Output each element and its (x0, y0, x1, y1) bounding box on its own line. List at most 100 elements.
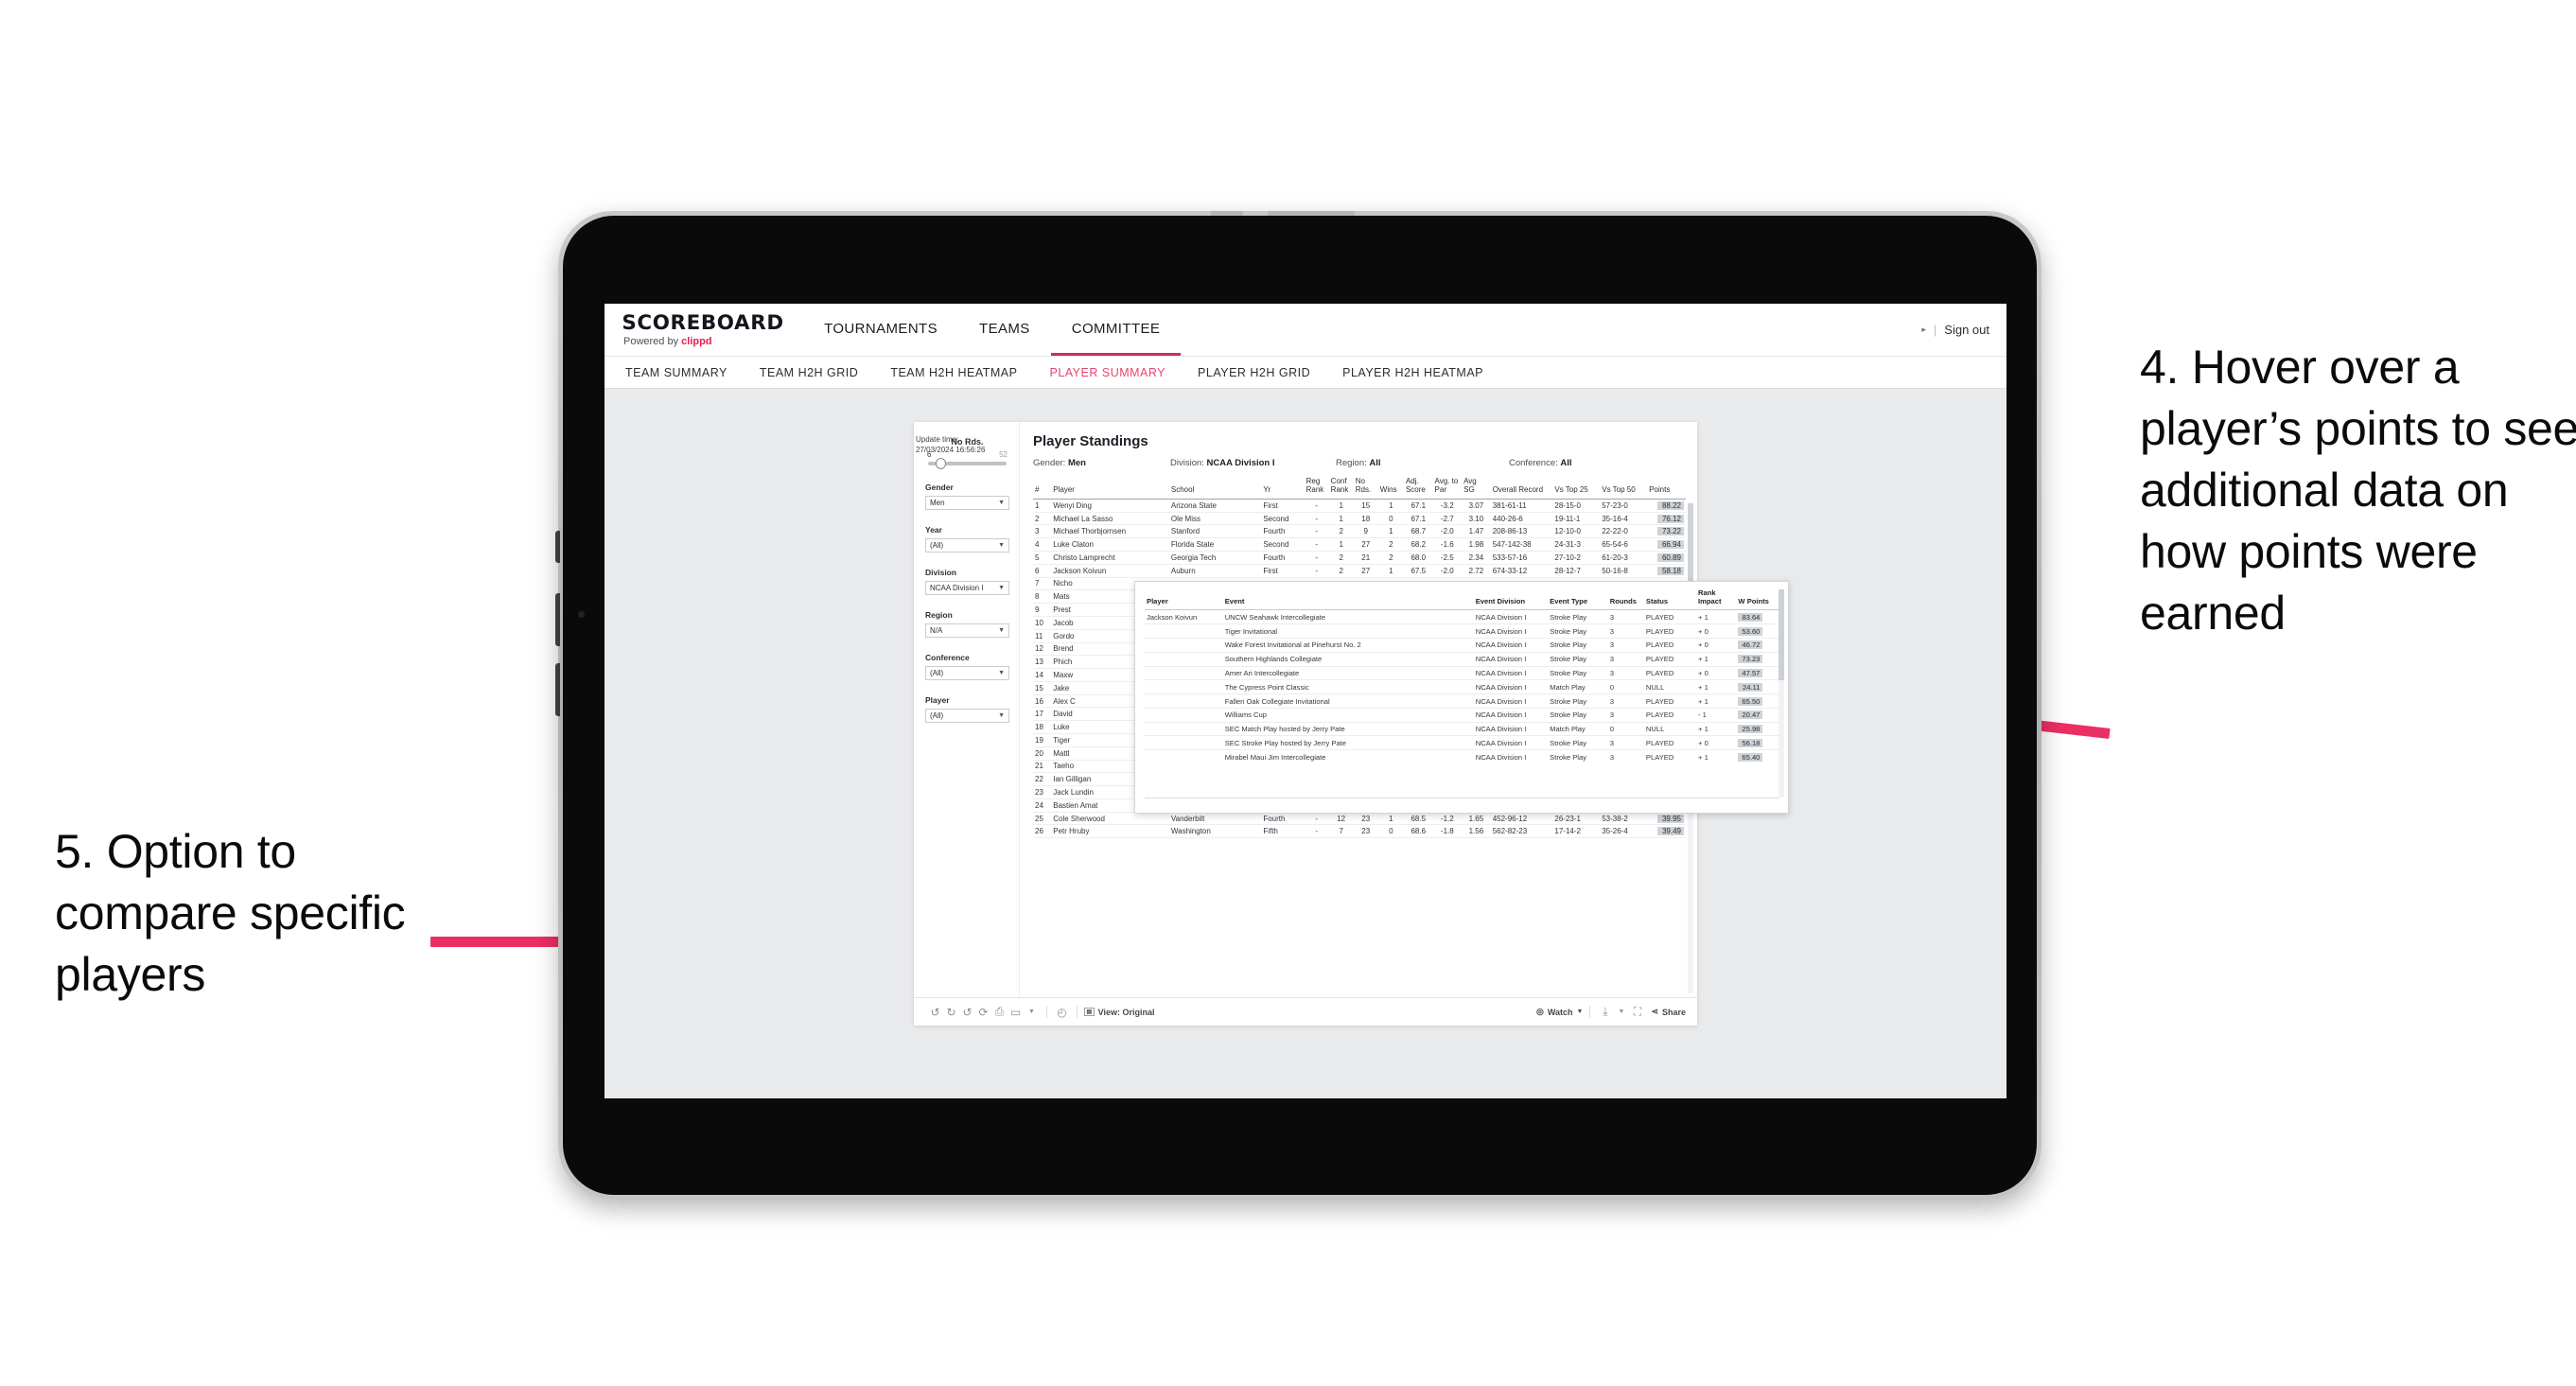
filter-gender-select[interactable]: Men ▼ (925, 496, 1009, 510)
sign-out-link[interactable]: Sign out (1944, 323, 1989, 337)
filter-year-select[interactable]: (All) ▼ (925, 538, 1009, 553)
points-cell[interactable]: 58.18 (1647, 564, 1686, 578)
table-row[interactable]: 4 Luke Claton Florida State Second -1 27 2 68.2… (1033, 537, 1686, 553)
pause-icon[interactable]: ⎙ (991, 1005, 1008, 1019)
vs-top-50-cell: 22-22-0 (1600, 524, 1648, 539)
tooltip-scrollbar-thumb[interactable] (1779, 589, 1784, 680)
points-badge[interactable]: 66.94 (1657, 540, 1684, 550)
points-cell[interactable]: 39.95 (1647, 812, 1686, 826)
tt-player-cell (1145, 708, 1223, 723)
tooltip-scrollbar[interactable] (1779, 589, 1784, 798)
tt-type-cell: Stroke Play (1548, 638, 1608, 653)
vs-top-25-cell: 24-31-3 (1552, 537, 1601, 553)
points-cell[interactable]: 76.12 (1647, 512, 1686, 526)
chevron-down-icon: ▼ (1576, 1009, 1584, 1015)
chevron-down-icon: ▼ (998, 542, 1005, 549)
filter-region-select[interactable]: N/A ▼ (925, 623, 1009, 638)
col-adj-score[interactable]: Adj. Score (1403, 477, 1433, 500)
subnav-team-summary[interactable]: TEAM SUMMARY (625, 366, 727, 379)
points-badge[interactable]: 88.22 (1657, 500, 1684, 510)
subnav-player-h2h-grid[interactable]: PLAYER H2H GRID (1198, 366, 1310, 379)
update-time-label: Update time: (916, 435, 959, 444)
chevron-down-icon[interactable]: ▼ (1024, 1009, 1040, 1015)
col-school[interactable]: School (1168, 478, 1262, 500)
points-badge[interactable]: 58.18 (1657, 566, 1684, 575)
tt-division-cell: NCAA Division I (1473, 652, 1549, 667)
points-badge[interactable]: 73.22 (1657, 527, 1684, 536)
rank-cell: 11 (1033, 629, 1052, 643)
account-caret-icon[interactable]: ▸ (1921, 325, 1926, 335)
filter-player-select[interactable]: (All) ▼ (925, 709, 1009, 723)
col-points[interactable]: Points (1647, 478, 1686, 500)
points-badge[interactable]: 39.95 (1657, 814, 1684, 823)
col-conf-rank[interactable]: Conf Rank (1328, 477, 1354, 500)
nav-tab-committee[interactable]: COMMITTEE (1050, 304, 1182, 356)
undo-icon[interactable]: ↺ (927, 1006, 943, 1019)
share-button[interactable]: ⋖ Share (1651, 1007, 1686, 1017)
col-avg-to-par[interactable]: Avg. to Par (1432, 477, 1463, 500)
filter-conference-select[interactable]: (All) ▼ (925, 666, 1009, 680)
points-cell[interactable]: 73.22 (1647, 524, 1686, 539)
subnav-team-h2h-grid[interactable]: TEAM H2H GRID (760, 366, 858, 379)
col-overall-record[interactable]: Overall Record (1490, 478, 1553, 500)
points-cell[interactable]: 88.22 (1647, 499, 1686, 513)
col-wins[interactable]: Wins (1377, 478, 1404, 500)
tt-col-w-points: W Points (1736, 589, 1779, 611)
table-row[interactable]: 2 Michael La Sasso Ole Miss Second -1 18 0 67.1… (1033, 512, 1686, 526)
no-rds-cell: 23 (1353, 812, 1378, 826)
tt-player-cell (1145, 638, 1223, 653)
tt-type-cell: Stroke Play (1548, 609, 1608, 625)
download-icon[interactable]: ⤓ (1597, 1005, 1613, 1019)
points-badge[interactable]: 39.49 (1657, 827, 1684, 836)
table-row[interactable]: 5 Christo Lamprecht Georgia Tech Fourth -2 21… (1033, 551, 1686, 565)
refresh-icon[interactable]: ⟳ (975, 1006, 991, 1019)
table-row[interactable]: 25 Cole Sherwood Vanderbilt Fourth -12 23 1 68.… (1033, 812, 1686, 826)
app-header: SCOREBOARD Powered by clippd TOURNAMENTS… (605, 304, 2006, 357)
no-rounds-slider-track[interactable] (928, 458, 1007, 469)
table-row[interactable]: 3 Michael Thorbjornsen Stanford Fourth -2 9 1 6… (1033, 524, 1686, 539)
points-cell[interactable]: 66.94 (1647, 537, 1686, 553)
vs-top-25-cell: 27-10-2 (1552, 551, 1601, 565)
subnav-player-h2h-heatmap[interactable]: PLAYER H2H HEATMAP (1342, 366, 1483, 379)
revert-icon[interactable]: ↺ (959, 1006, 975, 1019)
zoom-icon[interactable]: ▭ (1008, 1006, 1024, 1019)
nav-tab-teams[interactable]: TEAMS (958, 304, 1051, 356)
view-original-button[interactable]: ▤ View: Original (1084, 1008, 1155, 1017)
col-vs-top-25[interactable]: Vs Top 25 (1552, 478, 1601, 500)
clock-icon[interactable]: ◴ (1054, 1006, 1070, 1019)
toolbar-divider-1 (1046, 1006, 1047, 1018)
chevron-down-icon[interactable]: ▼ (1613, 1009, 1629, 1015)
table-row[interactable]: 1 Wenyi Ding Arizona State First -1 15 1 67.1 -3… (1033, 499, 1686, 513)
col-vs-top-50[interactable]: Vs Top 50 (1600, 478, 1648, 500)
brand-logo[interactable]: SCOREBOARD Powered by clippd (605, 304, 803, 356)
chevron-down-icon: ▼ (998, 670, 1005, 676)
col-player[interactable]: Player (1051, 478, 1169, 500)
points-badge[interactable]: 60.89 (1657, 553, 1684, 562)
chevron-down-icon: ▼ (998, 585, 1005, 591)
tt-status-cell: PLAYED (1643, 735, 1697, 751)
school-cell: Stanford (1168, 524, 1262, 539)
points-badge[interactable]: 76.12 (1657, 514, 1684, 523)
tt-points-badge: 46.72 (1738, 640, 1763, 650)
col-avg-sg[interactable]: Avg SG (1462, 477, 1491, 500)
nav-tab-tournaments[interactable]: TOURNAMENTS (803, 304, 958, 356)
no-rounds-slider-handle[interactable] (936, 458, 947, 469)
redo-icon[interactable]: ↻ (943, 1006, 959, 1019)
col-no-rds[interactable]: No Rds. (1353, 477, 1378, 500)
adj-score-cell: 67.1 (1403, 512, 1433, 526)
subnav-team-h2h-heatmap[interactable]: TEAM H2H HEATMAP (890, 366, 1017, 379)
table-row[interactable]: 26 Petr Hruby Washington Fifth -7 23 0 68.6 -1.8… (1033, 824, 1686, 839)
tt-w-points-cell: 65.50 (1736, 693, 1779, 709)
subnav-player-summary[interactable]: PLAYER SUMMARY (1049, 366, 1165, 379)
table-row[interactable]: 6 Jackson Koivun Auburn First -2 27 1 67.5 -2.0 2… (1033, 564, 1686, 578)
col-yr[interactable]: Yr (1261, 478, 1305, 500)
filter-division-select[interactable]: NCAA Division I ▼ (925, 581, 1009, 595)
avg-to-par-cell: -3.2 (1432, 499, 1463, 513)
fullscreen-icon[interactable]: ⛶ (1629, 1005, 1645, 1019)
points-cell[interactable]: 60.89 (1647, 551, 1686, 565)
watch-button[interactable]: ◎ Watch ▼ (1536, 1007, 1583, 1017)
col-reg-rank[interactable]: Reg Rank (1304, 477, 1329, 500)
col-rank[interactable]: # (1033, 478, 1052, 500)
tt-player-cell (1145, 652, 1223, 667)
points-cell[interactable]: 39.49 (1647, 824, 1686, 839)
